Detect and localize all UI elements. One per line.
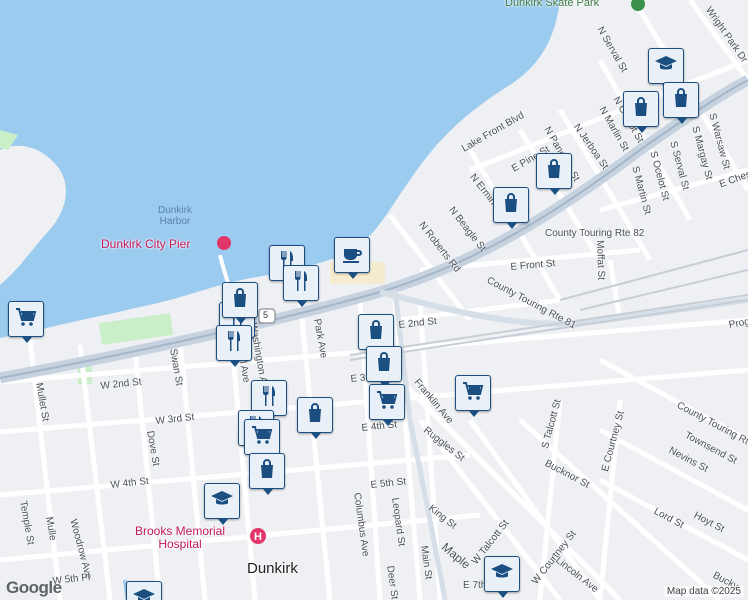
map-marker-restaurant[interactable] (283, 265, 319, 307)
map-marker-shopping[interactable] (366, 346, 402, 388)
map-marker-shopping[interactable] (623, 91, 659, 133)
cart-icon (14, 305, 38, 334)
map-marker-grocery[interactable] (244, 419, 280, 461)
bag-icon (499, 191, 523, 220)
map-marker-shopping[interactable] (358, 314, 394, 356)
google-logo: Google (6, 578, 62, 597)
map-marker-shopping[interactable] (493, 187, 529, 229)
cart-icon (461, 379, 485, 408)
route-shield-label: 5 (263, 310, 269, 320)
bag-icon (364, 318, 388, 347)
map-attribution[interactable]: Map data ©2025 (663, 586, 744, 597)
map-marker-shopping[interactable] (663, 82, 699, 124)
map-marker-shopping[interactable] (297, 397, 333, 439)
fork-knife-icon (222, 329, 246, 358)
city-label: Dunkirk (247, 560, 298, 577)
graduation-cap-icon (490, 560, 514, 589)
map-base: H (0, 0, 748, 600)
svg-text:H: H (254, 531, 262, 543)
map-marker-grocery[interactable] (8, 301, 44, 343)
cart-icon (375, 388, 399, 417)
harbor-label: Dunkirk Harbor (158, 205, 192, 227)
map-marker-shopping[interactable] (536, 153, 572, 195)
map-marker-shopping[interactable] (222, 282, 258, 324)
map-marker-grocery[interactable] (369, 384, 405, 426)
street-label: E 7th (463, 580, 487, 591)
map-marker-education[interactable] (204, 483, 240, 525)
camera-icon (217, 236, 231, 250)
graduation-cap-icon (132, 585, 156, 600)
coffee-cup-icon (340, 241, 364, 270)
bag-icon (372, 350, 396, 379)
bag-icon (669, 86, 693, 115)
street-label: Moffat St (594, 240, 607, 281)
street-label: County Touring Rte 82 (545, 228, 645, 239)
map-marker-shopping[interactable] (249, 453, 285, 495)
poi-hospital[interactable]: Brooks Memorial Hospital (135, 525, 225, 551)
bag-icon (303, 401, 327, 430)
poi-city-pier[interactable]: Dunkirk City Pier (101, 237, 190, 251)
graduation-cap-icon (210, 487, 234, 516)
bag-icon (542, 157, 566, 186)
map-marker-education[interactable] (648, 48, 684, 90)
map-canvas[interactable]: H 5 Dunkirk Harbor Dunkirk Dunkirk City … (0, 0, 748, 600)
map-marker-education[interactable] (484, 556, 520, 598)
fork-knife-icon (289, 269, 313, 298)
bag-icon (629, 95, 653, 124)
cart-icon (250, 423, 274, 452)
map-marker-restaurant[interactable] (216, 325, 252, 367)
fork-knife-icon (257, 384, 281, 413)
bag-icon (228, 286, 252, 315)
map-marker-education[interactable] (126, 581, 162, 600)
graduation-cap-icon (654, 52, 678, 81)
poi-skate-park[interactable]: Dunkirk Skate Park (505, 0, 599, 9)
map-marker-cafe[interactable] (334, 237, 370, 279)
bag-icon (255, 457, 279, 486)
map-marker-grocery[interactable] (455, 375, 491, 417)
